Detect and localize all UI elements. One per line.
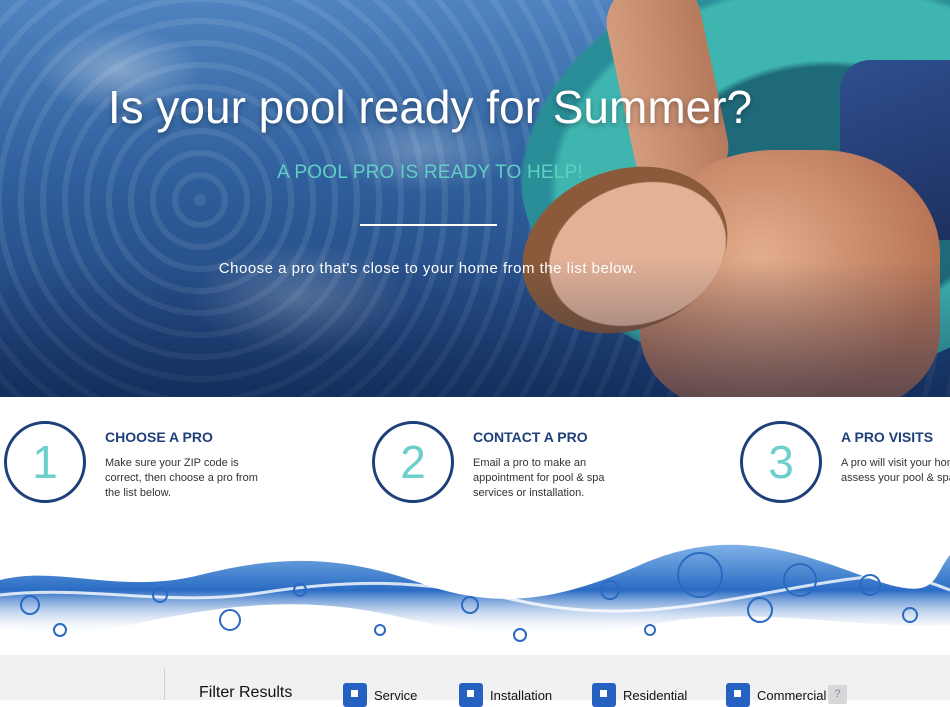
step-1: 1 CHOOSE A PRO Make sure your ZIP code i…: [4, 421, 324, 511]
hero-subtitle: A POOL PRO IS READY TO HELP!: [277, 162, 583, 183]
filter-title: Filter Results: [199, 684, 293, 701]
step-number-circle: 1: [4, 421, 86, 503]
step-3: 3 A PRO VISITS A pro will visit your hom…: [740, 421, 950, 511]
step-2: 2 CONTACT A PRO Email a pro to make an a…: [372, 421, 692, 511]
help-icon[interactable]: ?: [828, 685, 847, 704]
hero-divider: [360, 224, 497, 226]
water-splash-graphic: [0, 544, 950, 642]
step-description: A pro will visit your home to assess you…: [841, 457, 950, 484]
filter-option-label: Commercial: [757, 688, 827, 703]
step-description: Make sure your ZIP code is correct, then…: [105, 457, 258, 499]
checkbox-icon[interactable]: [459, 683, 483, 707]
step-description: Email a pro to make an appointment for p…: [473, 457, 605, 499]
step-title: CHOOSE A PRO: [105, 429, 213, 445]
step-number-circle: 3: [740, 421, 822, 503]
filter-option-label: Service: [374, 688, 418, 703]
hero-shade: [0, 260, 950, 397]
step-title: A PRO VISITS: [841, 429, 934, 445]
filter-separator: [164, 669, 165, 700]
step-number-circle: 2: [372, 421, 454, 503]
filter-option-label: Installation: [490, 688, 553, 703]
checkbox-icon[interactable]: [592, 683, 616, 707]
filter-results-bar: Filter Results Service Installation Resi…: [0, 655, 950, 707]
hero-instruction: Choose a pro that's close to your home f…: [218, 260, 638, 277]
step-title: CONTACT A PRO: [473, 429, 588, 445]
steps-section: 1 CHOOSE A PRO Make sure your ZIP code i…: [0, 397, 950, 542]
checkbox-icon[interactable]: [343, 683, 367, 707]
water-splash-divider: [0, 535, 950, 655]
filter-option-label: Residential: [623, 688, 688, 703]
hero-banner: Is your pool ready for Summer? A POOL PR…: [0, 0, 950, 397]
checkbox-icon[interactable]: [726, 683, 750, 707]
hero-title: Is your pool ready for Summer?: [107, 81, 753, 133]
